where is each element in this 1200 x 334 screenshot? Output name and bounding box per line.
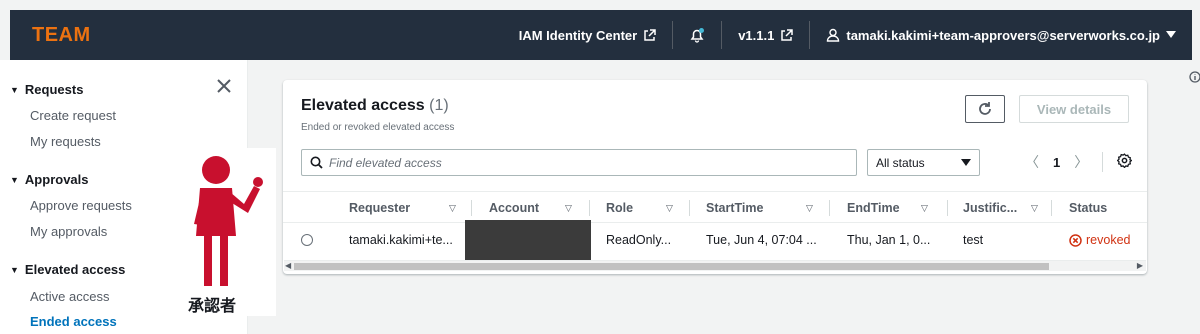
cell-status: revoked (1069, 223, 1130, 257)
caret-down-icon: ▼ (10, 264, 19, 275)
column-header-justification[interactable]: Justific... ▽ (963, 192, 1038, 224)
column-divider[interactable] (1051, 200, 1052, 216)
status-filter-value: All status (876, 155, 925, 170)
pagination: 〈 1 〉 (1025, 152, 1133, 172)
sidebar-item-ended-access[interactable]: Ended access (30, 314, 117, 329)
view-details-button[interactable]: View details (1019, 95, 1129, 123)
sidebar-item-active-access[interactable]: Active access (30, 289, 109, 304)
column-label: Account (489, 201, 539, 215)
column-label: Role (606, 201, 634, 215)
cell-role: ReadOnly... (606, 233, 672, 247)
version-label: v1.1.1 (738, 27, 775, 43)
scroll-left-icon[interactable]: ◀ (285, 261, 291, 270)
settings-gear-icon[interactable] (1116, 153, 1133, 171)
previous-page-icon[interactable]: 〈 (1025, 152, 1039, 172)
nav-group-requests[interactable]: ▼ Requests (10, 82, 83, 97)
horizontal-scrollbar[interactable]: ◀ ▶ (284, 260, 1146, 271)
panel-count: (1) (429, 97, 449, 114)
info-icon[interactable] (1189, 70, 1200, 88)
column-header-role[interactable]: Role ▽ (606, 192, 673, 224)
version-link[interactable]: v1.1.1 (722, 21, 809, 49)
sidebar-item-my-approvals[interactable]: My approvals (30, 224, 107, 239)
elevated-access-panel: Elevated access (1) Ended or revoked ele… (283, 80, 1147, 274)
panel-subtitle: Ended or revoked elevated access (301, 122, 455, 133)
cell-justification: test (963, 233, 984, 247)
row-select-radio[interactable] (301, 234, 313, 246)
panel-title: Elevated access (1) (301, 97, 449, 115)
scrollbar-thumb[interactable] (294, 263, 1049, 270)
caret-down-icon (1166, 31, 1176, 39)
column-label: StartTime (706, 201, 764, 215)
app-brand[interactable]: TEAM (32, 24, 91, 47)
table-row[interactable]: tamaki.kakimi+te... ReadOnly... Tue, Jun… (283, 220, 1147, 260)
approver-label: 承認者 (188, 298, 237, 315)
external-link-icon (780, 28, 794, 42)
user-icon (826, 28, 840, 42)
caret-down-icon (961, 156, 971, 170)
person-figure-icon (194, 156, 263, 286)
external-link-icon (643, 28, 656, 42)
column-header-requester[interactable]: Requester ▽ (349, 192, 456, 224)
column-label: Status (1069, 201, 1108, 215)
column-divider[interactable] (689, 200, 690, 216)
approver-illustration (180, 148, 276, 316)
status-text: revoked (1086, 233, 1131, 247)
redacted-account-block (465, 220, 591, 260)
nav-group-approvals[interactable]: ▼ Approvals (10, 172, 89, 187)
caret-down-icon: ▼ (10, 174, 19, 185)
sidebar-item-create-request[interactable]: Create request (30, 108, 116, 123)
scroll-right-icon[interactable]: ▶ (1137, 261, 1143, 270)
column-divider[interactable] (829, 200, 830, 216)
table-header: Requester ▽ Account ▽ Role ▽ StartTime ▽ End… (283, 191, 1147, 223)
next-page-icon[interactable]: 〉 (1074, 152, 1088, 172)
close-icon[interactable] (216, 78, 232, 94)
column-label: Justific... (963, 201, 1018, 215)
notifications-button[interactable] (673, 21, 721, 49)
search-input[interactable] (329, 155, 849, 170)
sort-icon: ▽ (1031, 202, 1038, 213)
refresh-button[interactable] (965, 95, 1005, 123)
top-navigation-bar: TEAM IAM Identity Center v1.1.1 tamaki.k… (10, 10, 1192, 60)
column-divider[interactable] (947, 200, 948, 216)
search-icon (310, 156, 323, 169)
column-divider[interactable] (471, 200, 472, 216)
column-header-status[interactable]: Status (1069, 192, 1107, 224)
nav-group-label: Elevated access (24, 262, 126, 277)
cell-end-time: Thu, Jan 1, 0... (847, 233, 931, 247)
sort-icon: ▽ (806, 202, 813, 213)
current-page[interactable]: 1 (1053, 155, 1060, 170)
sort-icon: ▽ (666, 202, 673, 213)
sort-icon: ▽ (449, 202, 456, 213)
nav-group-label: Requests (24, 82, 84, 97)
error-circle-icon (1069, 233, 1082, 247)
cell-requester: tamaki.kakimi+te... (349, 233, 453, 247)
identity-center-link[interactable]: IAM Identity Center (503, 21, 672, 49)
sort-icon: ▽ (565, 202, 572, 213)
user-email: tamaki.kakimi+team-approvers@serverworks… (846, 27, 1160, 43)
cell-start-time: Tue, Jun 4, 07:04 ... (706, 233, 817, 247)
column-header-endtime[interactable]: EndTime ▽ (847, 192, 928, 224)
column-label: Requester (349, 201, 411, 215)
caret-down-icon: ▼ (10, 84, 19, 95)
divider (1102, 152, 1104, 172)
column-divider[interactable] (589, 200, 590, 216)
sort-icon: ▽ (921, 202, 928, 213)
column-label: EndTime (847, 201, 900, 215)
bell-icon (689, 27, 705, 43)
search-box (301, 149, 857, 176)
status-filter-select[interactable]: All status (867, 149, 980, 176)
column-header-starttime[interactable]: StartTime ▽ (706, 192, 813, 224)
panel-title-text: Elevated access (301, 97, 425, 114)
sidebar-item-approve-requests[interactable]: Approve requests (30, 198, 132, 213)
sidebar-item-my-requests[interactable]: My requests (30, 134, 101, 149)
nav-group-elevated-access[interactable]: ▼ Elevated access (10, 262, 125, 277)
user-menu[interactable]: tamaki.kakimi+team-approvers@serverworks… (810, 21, 1192, 49)
identity-center-label: IAM Identity Center (518, 27, 638, 43)
nav-group-label: Approvals (24, 172, 89, 187)
top-utilities: IAM Identity Center v1.1.1 tamaki.kakimi… (503, 10, 1192, 60)
refresh-icon (979, 102, 991, 115)
